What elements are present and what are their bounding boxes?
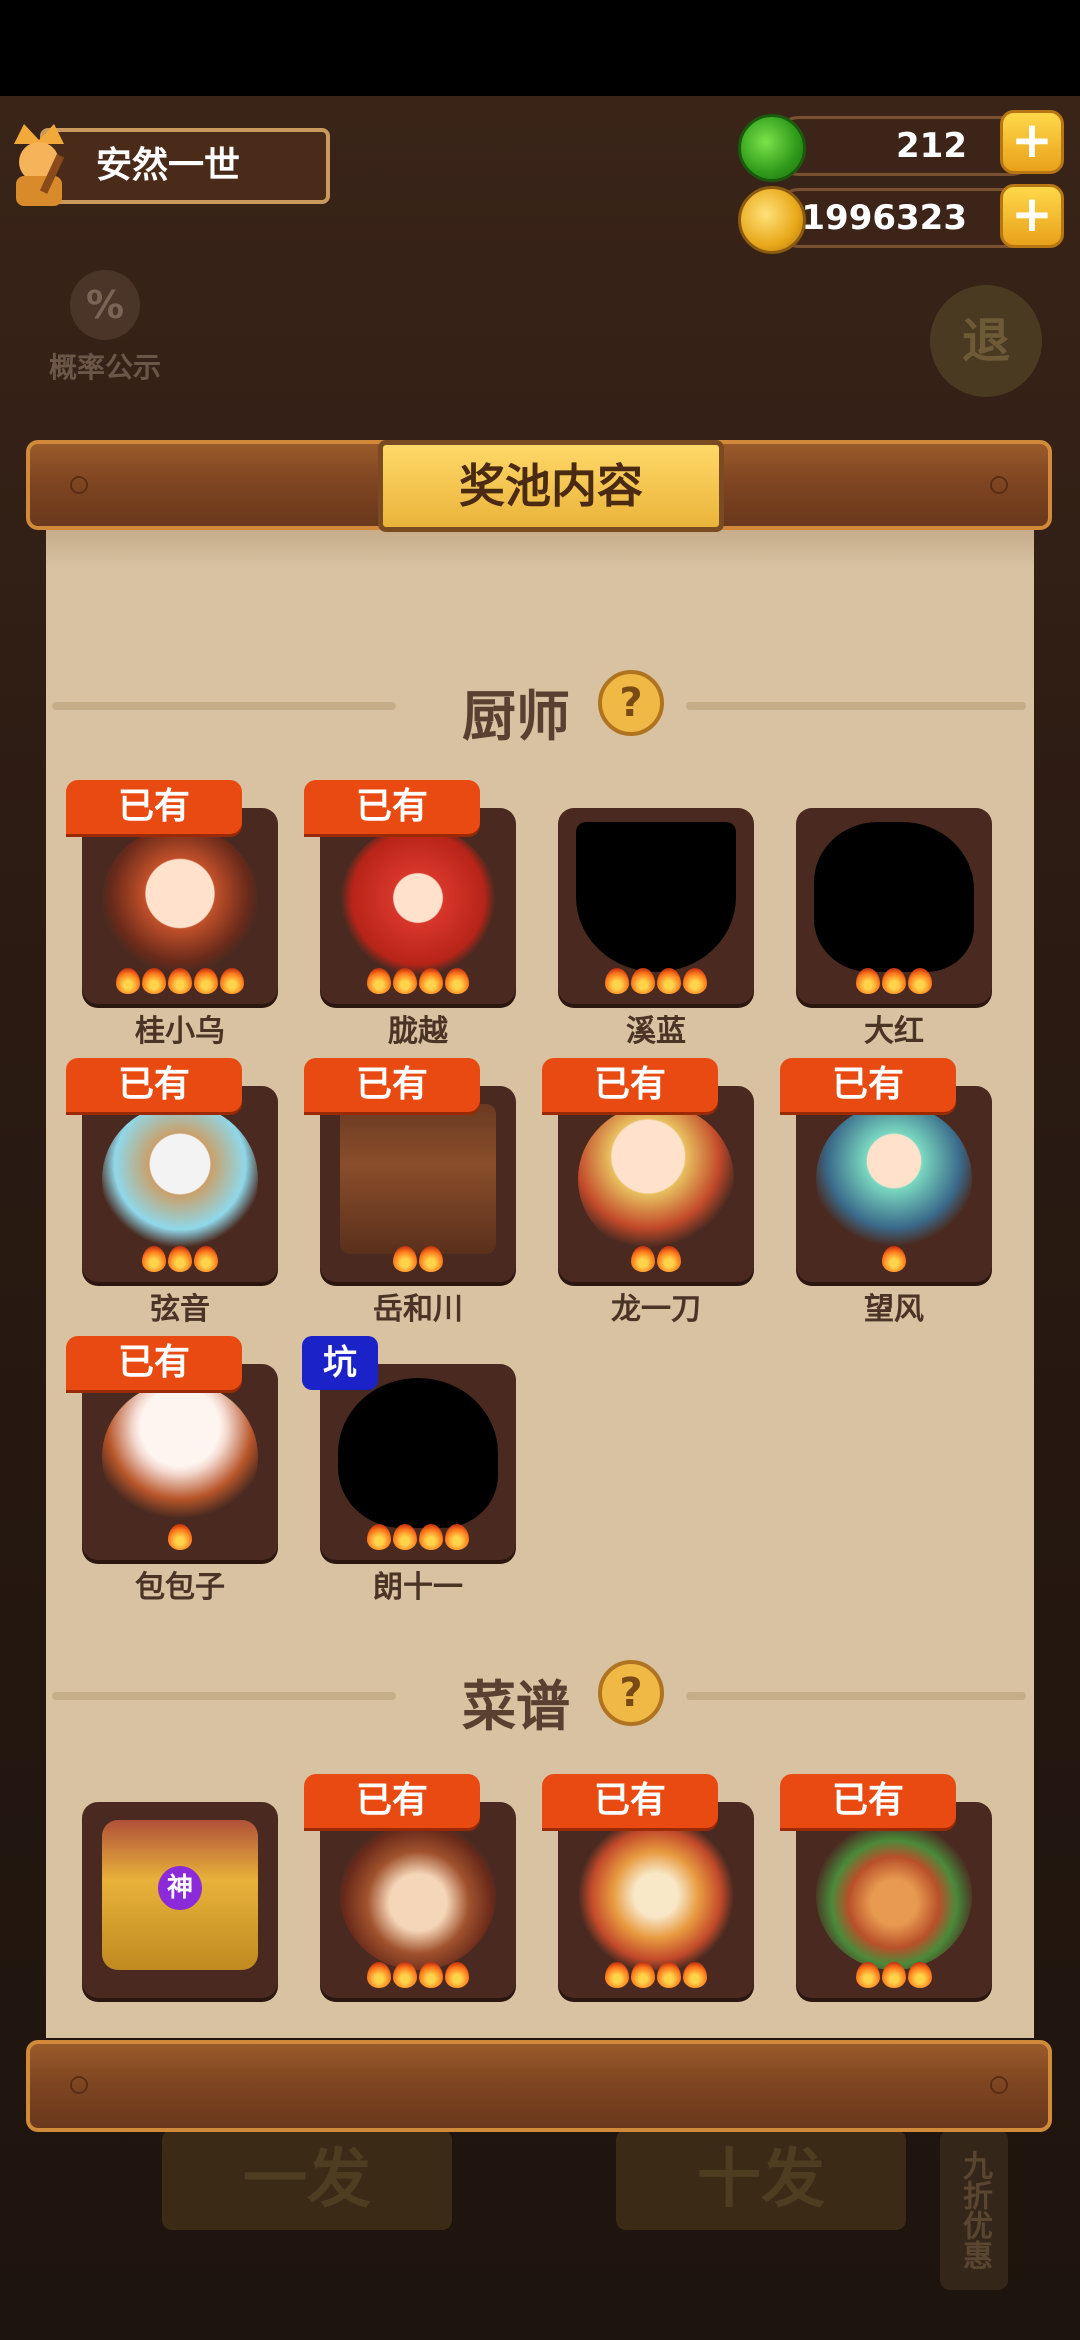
- chef-card-longyue[interactable]: [320, 808, 516, 1004]
- recipe-image: [578, 1820, 734, 1970]
- chef-name: 弦音: [150, 1292, 210, 1327]
- chef-name: 桂小乌: [135, 1014, 225, 1049]
- chef-name: 包包子: [135, 1570, 225, 1605]
- chef-help-icon[interactable]: ?: [598, 670, 664, 736]
- chef-card-yuehechuan[interactable]: [320, 1086, 516, 1282]
- chef-card-langshiyi[interactable]: [320, 1364, 516, 1560]
- star-flames: [320, 968, 516, 1000]
- star-flames: [558, 1246, 754, 1278]
- star-flames: [796, 968, 992, 1000]
- owned-badge: 已有: [542, 1058, 718, 1112]
- discount-tag: 九折优惠: [940, 2130, 1008, 2290]
- divider: [52, 1692, 396, 1700]
- nail: [70, 476, 88, 494]
- scroll-bottom-roller[interactable]: [26, 2040, 1052, 2132]
- add-jade-button[interactable]: +: [1000, 110, 1064, 174]
- owned-badge: 已有: [66, 1058, 242, 1112]
- chef-portrait: [102, 826, 258, 976]
- star-flames: [796, 1246, 992, 1278]
- divider: [686, 702, 1026, 710]
- chef-card-dahong[interactable]: [796, 808, 992, 1004]
- recipe-card-2[interactable]: [320, 1802, 516, 1998]
- chef-card-longyidao[interactable]: [558, 1086, 754, 1282]
- chef-section-title: 厨师: [462, 685, 570, 748]
- prize-pool-panel: 厨师 ? 已有 桂小乌 已有 胧越 溪蓝 大红 已有 弦音 已有 岳和川 已有: [46, 530, 1034, 2038]
- chef-card-wangfeng[interactable]: [796, 1086, 992, 1282]
- chef-section-header: 厨师 ?: [46, 664, 1034, 748]
- owned-badge: 已有: [780, 1774, 956, 1828]
- panel-title: 奖池内容: [378, 440, 724, 532]
- add-coins-button[interactable]: +: [1000, 184, 1064, 248]
- recipe-help-icon[interactable]: ?: [598, 1660, 664, 1726]
- exit-button[interactable]: 退: [930, 285, 1042, 397]
- chef-card-xilan[interactable]: [558, 808, 754, 1004]
- chef-portrait: [578, 1104, 734, 1254]
- nail: [990, 476, 1008, 494]
- chef-name: 朗十一: [373, 1570, 463, 1605]
- recipe-image: [816, 1820, 972, 1970]
- coin-value: 1996323: [801, 198, 967, 238]
- jade-value: 212: [896, 126, 967, 166]
- chef-name: 大红: [864, 1014, 924, 1049]
- owned-badge: 已有: [780, 1058, 956, 1112]
- panel-shadow: [46, 530, 1034, 570]
- chef-portrait: [340, 1104, 496, 1254]
- recipe-card-3[interactable]: [558, 1802, 754, 1998]
- star-flames: [558, 968, 754, 1000]
- nail: [990, 2076, 1008, 2094]
- nail: [70, 2076, 88, 2094]
- chef-card-guixiaowu[interactable]: [82, 808, 278, 1004]
- owned-badge: 已有: [304, 1774, 480, 1828]
- owned-badge: 已有: [542, 1774, 718, 1828]
- chef-name: 龙一刀: [611, 1292, 701, 1327]
- locked-silhouette: [576, 822, 736, 972]
- owned-badge: 已有: [304, 1058, 480, 1112]
- chef-card-baobaozi[interactable]: [82, 1364, 278, 1560]
- status-bar-area: [0, 0, 1080, 96]
- chef-portrait: [340, 826, 496, 976]
- coin-icon: [738, 186, 806, 254]
- chef-name: 岳和川: [373, 1292, 463, 1327]
- recipe-section-header: 菜谱 ?: [46, 1654, 1034, 1738]
- probability-label: 概率公示: [48, 351, 161, 384]
- recipe-image: [340, 1820, 496, 1970]
- pit-badge: 坑: [302, 1336, 378, 1390]
- star-flames: [796, 1962, 992, 1994]
- recipe-card-4[interactable]: [796, 1802, 992, 1998]
- chef-portrait: [816, 1104, 972, 1254]
- star-flames: [82, 1246, 278, 1278]
- chef-name: 溪蓝: [626, 1014, 686, 1049]
- percent-icon: %: [70, 270, 140, 340]
- player-name: 安然一世: [96, 145, 241, 186]
- divider: [686, 1692, 1026, 1700]
- probability-button[interactable]: % 概率公示: [30, 270, 180, 386]
- star-flames: [320, 1962, 516, 1994]
- owned-badge: 已有: [304, 780, 480, 834]
- owned-badge: 已有: [66, 1336, 242, 1390]
- single-draw-button[interactable]: 一发: [162, 2130, 452, 2230]
- chef-name: 望风: [864, 1292, 924, 1327]
- ten-draw-button[interactable]: 十发: [616, 2130, 906, 2230]
- locked-silhouette: [814, 822, 974, 972]
- chef-portrait: [102, 1104, 258, 1254]
- star-flames: [82, 968, 278, 1000]
- locked-silhouette: [338, 1378, 498, 1528]
- star-flames: [82, 1524, 278, 1556]
- star-flames: [558, 1962, 754, 1994]
- jade-icon: [738, 114, 806, 182]
- recipe-card-1[interactable]: 神: [82, 1802, 278, 1998]
- owned-badge: 已有: [66, 780, 242, 834]
- star-flames: [320, 1246, 516, 1278]
- chef-card-xianyin[interactable]: [82, 1086, 278, 1282]
- player-name-box[interactable]: 安然一世: [40, 128, 330, 204]
- god-tier-tag: 神: [158, 1866, 202, 1910]
- recipe-section-title: 菜谱: [462, 1675, 570, 1738]
- divider: [52, 702, 396, 710]
- star-flames: [320, 1524, 516, 1556]
- player-avatar-icon[interactable]: [4, 114, 74, 210]
- chef-portrait: [102, 1382, 258, 1532]
- chef-name: 胧越: [388, 1014, 448, 1049]
